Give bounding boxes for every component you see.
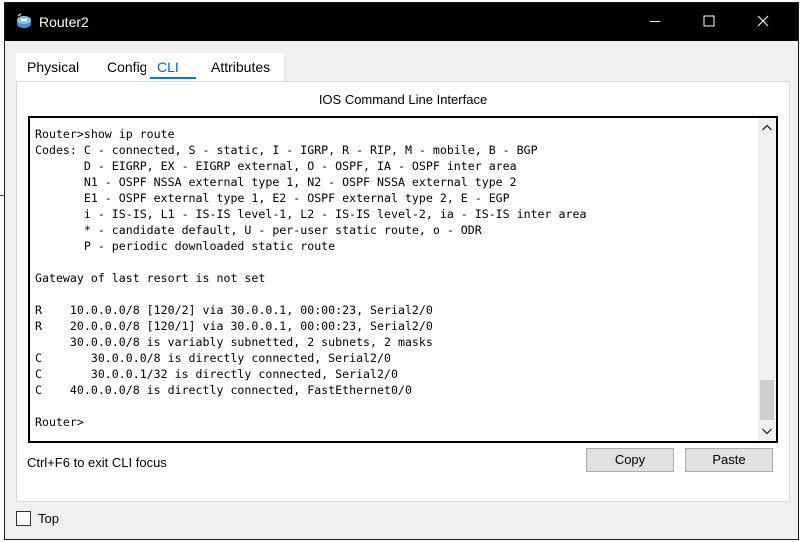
tab-config[interactable]: Config <box>96 53 147 81</box>
chevron-up-icon <box>758 124 776 141</box>
scrollbar-thumb[interactable] <box>760 380 774 420</box>
router-icon <box>15 13 33 31</box>
close-button[interactable] <box>740 3 786 41</box>
chevron-down-icon <box>758 428 776 441</box>
vertical-scrollbar[interactable] <box>758 118 776 441</box>
cli-terminal[interactable]: Router>show ip route Codes: C - connecte… <box>28 116 778 443</box>
minimize-icon <box>649 15 661 30</box>
window-title: Router2 <box>39 14 89 30</box>
minimize-button[interactable] <box>632 3 678 41</box>
maximize-button[interactable] <box>686 3 732 41</box>
cli-focus-hint: Ctrl+F6 to exit CLI focus <box>27 455 167 470</box>
copy-button[interactable]: Copy <box>586 448 674 472</box>
terminal-output[interactable]: Router>show ip route Codes: C - connecte… <box>35 126 586 430</box>
top-checkbox[interactable] <box>16 511 31 526</box>
scroll-up-button[interactable] <box>758 118 776 138</box>
cli-panel: IOS Command Line Interface Router>show i… <box>16 81 790 502</box>
tab-cli[interactable]: CLI <box>146 53 200 81</box>
title-bar[interactable]: Router2 <box>5 3 798 41</box>
scroll-down-button[interactable] <box>758 421 776 441</box>
close-icon <box>757 15 769 30</box>
top-checkbox-label: Top <box>38 511 59 526</box>
tab-cli-label: CLI <box>157 59 179 75</box>
router-window: Router2 Physical Config CLI Attributes I… <box>4 2 799 540</box>
tab-physical[interactable]: Physical <box>16 53 96 81</box>
maximize-icon <box>703 15 715 30</box>
active-tab-indicator <box>150 77 196 79</box>
tab-attributes[interactable]: Attributes <box>200 53 284 81</box>
paste-button[interactable]: Paste <box>685 448 773 472</box>
cli-heading: IOS Command Line Interface <box>318 92 488 107</box>
